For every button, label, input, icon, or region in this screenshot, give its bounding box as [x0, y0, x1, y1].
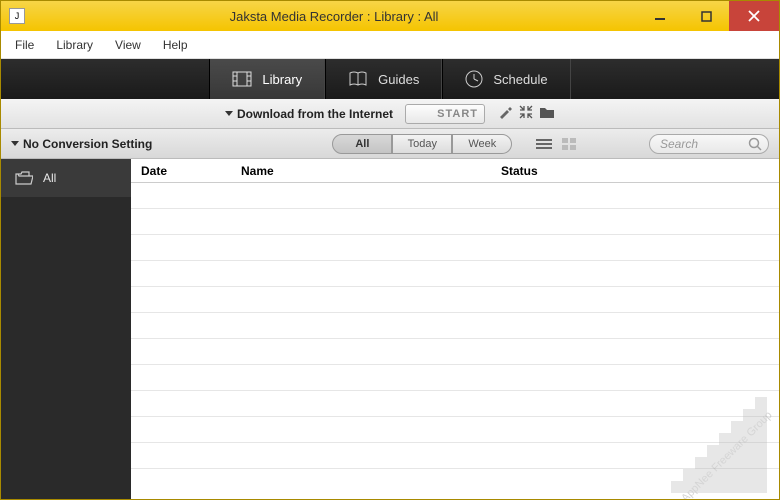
collapse-icon[interactable]: [519, 105, 533, 122]
menu-file[interactable]: File: [15, 38, 34, 52]
tab-label: Guides: [378, 72, 419, 87]
column-date[interactable]: Date: [131, 164, 231, 178]
app-icon: J: [9, 8, 25, 24]
close-button[interactable]: [729, 1, 779, 31]
table-row: [131, 183, 779, 209]
start-button[interactable]: START: [405, 104, 485, 124]
filter-week[interactable]: Week: [452, 134, 512, 154]
watermark: AppNee Freeware Group: [659, 389, 779, 499]
table-row: [131, 313, 779, 339]
table-row: [131, 287, 779, 313]
folder-open-icon: [15, 171, 33, 185]
tab-label: Library: [262, 72, 302, 87]
tab-guides[interactable]: Guides: [325, 59, 442, 99]
download-dropdown[interactable]: Download from the Internet: [225, 107, 393, 121]
sidebar-item-all[interactable]: All: [1, 159, 131, 197]
tab-library[interactable]: Library: [209, 59, 325, 99]
chevron-down-icon: [11, 141, 19, 146]
menu-view[interactable]: View: [115, 38, 141, 52]
conversion-dropdown[interactable]: No Conversion Setting: [11, 137, 152, 151]
search-icon: [748, 137, 762, 151]
table-row: [131, 235, 779, 261]
table-row: [131, 339, 779, 365]
table-row: [131, 365, 779, 391]
chevron-down-icon: [225, 111, 233, 116]
menu-library[interactable]: Library: [56, 38, 93, 52]
filter-toolbar: No Conversion Setting All Today Week Sea…: [1, 129, 779, 159]
minimize-button[interactable]: [637, 1, 683, 31]
filter-today[interactable]: Today: [392, 134, 452, 154]
window-controls: [637, 1, 779, 31]
main-tabs: Library Guides Schedule: [1, 59, 779, 99]
titlebar[interactable]: J Jaksta Media Recorder : Library : All: [1, 1, 779, 31]
book-icon: [348, 71, 368, 87]
tab-schedule[interactable]: Schedule: [442, 59, 570, 99]
column-status[interactable]: Status: [491, 164, 779, 178]
menubar: File Library View Help: [1, 31, 779, 59]
download-label: Download from the Internet: [237, 107, 393, 121]
app-window: J Jaksta Media Recorder : Library : All …: [0, 0, 780, 500]
download-toolbar: Download from the Internet START: [1, 99, 779, 129]
folder-icon[interactable]: [539, 106, 555, 122]
search-input[interactable]: Search: [649, 134, 769, 154]
filter-all[interactable]: All: [332, 134, 392, 154]
column-headers: Date Name Status: [131, 159, 779, 183]
table-row: [131, 261, 779, 287]
search-placeholder: Search: [660, 137, 748, 151]
film-icon: [232, 71, 252, 87]
maximize-button[interactable]: [683, 1, 729, 31]
column-name[interactable]: Name: [231, 164, 491, 178]
grid-view-icon[interactable]: [562, 138, 576, 150]
sidebar: All: [1, 159, 131, 499]
toolbar-icons: [497, 104, 555, 123]
settings-icon[interactable]: [497, 104, 513, 123]
sidebar-item-label: All: [43, 171, 56, 185]
table-row: [131, 209, 779, 235]
clock-icon: [465, 70, 483, 88]
window-title: Jaksta Media Recorder : Library : All: [31, 9, 637, 24]
tab-label: Schedule: [493, 72, 547, 87]
list-view-icon[interactable]: [536, 138, 552, 150]
view-mode: [536, 138, 576, 150]
time-filter-segment: All Today Week: [332, 134, 512, 154]
menu-help[interactable]: Help: [163, 38, 188, 52]
